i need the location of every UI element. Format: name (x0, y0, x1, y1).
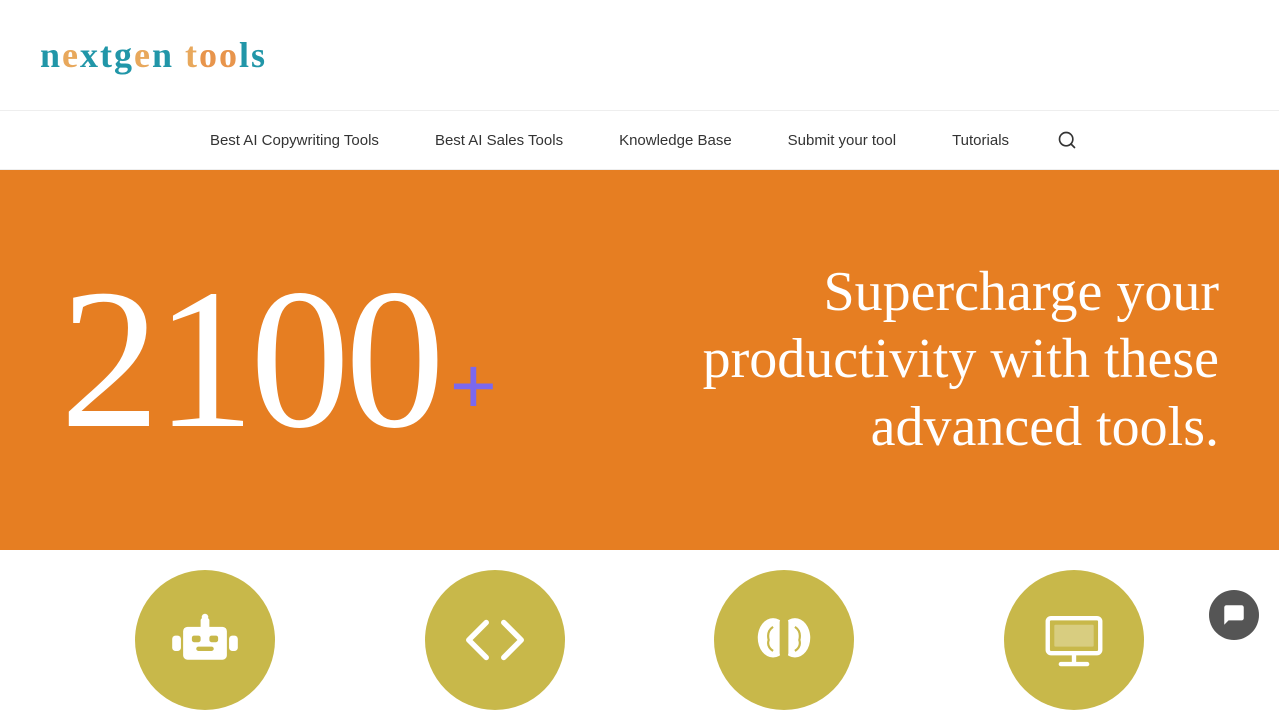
icons-section (0, 550, 1279, 710)
nav-item-tutorials[interactable]: Tutorials (924, 111, 1037, 169)
hero-section: 2100 + Supercharge your productivity wit… (0, 170, 1279, 550)
logo-letter-s: s (251, 35, 267, 75)
search-icon[interactable] (1037, 130, 1097, 150)
nav-item-submit[interactable]: Submit your tool (760, 111, 924, 169)
brain-icon (749, 605, 819, 675)
logo[interactable]: nextgen tools (40, 34, 267, 76)
code-icon (460, 605, 530, 675)
logo-letter-n2: n (152, 35, 174, 75)
monitor-icon-circle (1004, 570, 1144, 710)
logo-letter-o: o (199, 35, 219, 75)
hero-plus: + (450, 340, 497, 432)
logo-letter-g: g (114, 35, 134, 75)
logo-letter-x: x (80, 35, 100, 75)
header: nextgen tools (0, 0, 1279, 110)
robot-icon-circle (135, 570, 275, 710)
chat-icon (1221, 602, 1247, 628)
logo-letter-e2: e (134, 35, 152, 75)
brain-icon-circle (714, 570, 854, 710)
logo-letter-o2: o (219, 35, 239, 75)
hero-number-group: 2100 + (60, 260, 497, 460)
hero-count: 2100 (60, 260, 440, 460)
nav-item-sales[interactable]: Best AI Sales Tools (407, 111, 591, 169)
logo-letter-e: e (62, 35, 80, 75)
main-nav: Best AI Copywriting Tools Best AI Sales … (0, 110, 1279, 170)
hero-tagline: Supercharge your productivity with these… (497, 259, 1219, 461)
robot-icon (170, 605, 240, 675)
logo-letter-n: n (40, 35, 62, 75)
logo-letter-t2: t (185, 35, 199, 75)
chat-bubble-button[interactable] (1209, 590, 1259, 640)
nav-item-copywriting[interactable]: Best AI Copywriting Tools (182, 111, 407, 169)
logo-letter-t: t (100, 35, 114, 75)
logo-letter-l: l (239, 35, 251, 75)
monitor-icon (1039, 605, 1109, 675)
code-icon-circle (425, 570, 565, 710)
nav-item-knowledge[interactable]: Knowledge Base (591, 111, 760, 169)
